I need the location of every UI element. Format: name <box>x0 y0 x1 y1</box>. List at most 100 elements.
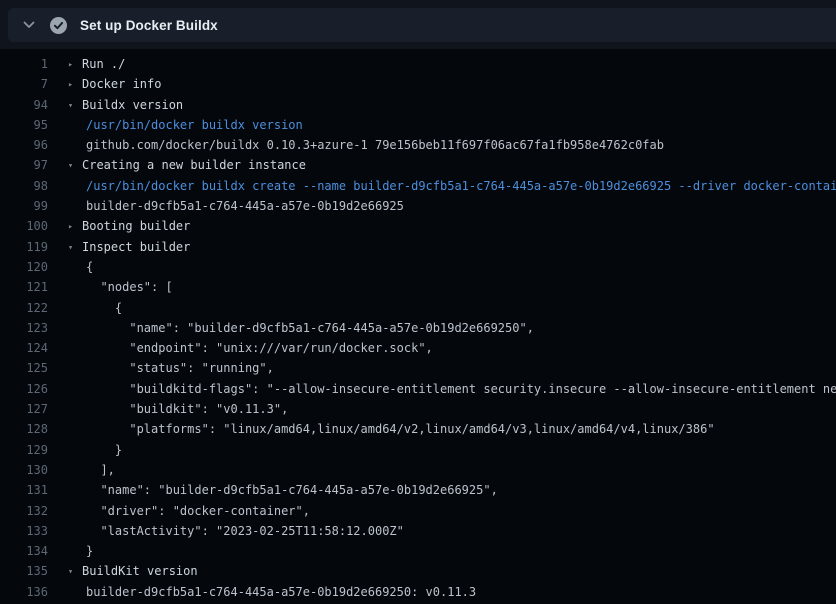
line-number[interactable]: 1 <box>0 54 48 74</box>
group-expanded-icon[interactable]: ▾ <box>68 96 82 115</box>
chevron-down-icon[interactable] <box>21 17 37 33</box>
log-group-label: BuildKit version <box>82 564 198 578</box>
log-text: } <box>48 541 93 561</box>
log-group-label: Docker info <box>82 77 161 91</box>
log-line: 122 { <box>0 298 836 318</box>
log-group-label: Run ./ <box>82 57 125 71</box>
line-number[interactable]: 129 <box>0 440 48 460</box>
log-line: 132 "driver": "docker-container", <box>0 501 836 521</box>
log-group-header[interactable]: ▸Docker info <box>48 74 161 94</box>
log-line: 125 "status": "running", <box>0 358 836 378</box>
line-number[interactable]: 127 <box>0 399 48 419</box>
log-line: 97▾Creating a new builder instance <box>0 155 836 175</box>
line-number[interactable]: 95 <box>0 115 48 135</box>
log-line: 98/usr/bin/docker buildx create --name b… <box>0 176 836 196</box>
log-text: ], <box>48 460 115 480</box>
line-number[interactable]: 96 <box>0 135 48 155</box>
log-line: 99builder-d9cfb5a1-c764-445a-a57e-0b19d2… <box>0 196 836 216</box>
log-text: "buildkit": "v0.11.3", <box>48 399 288 419</box>
log-command-text: /usr/bin/docker buildx version <box>48 115 303 135</box>
line-number[interactable]: 124 <box>0 338 48 358</box>
log-text: } <box>48 440 122 460</box>
log-line: 7▸Docker info <box>0 74 836 94</box>
group-expanded-icon[interactable]: ▾ <box>68 156 82 175</box>
line-number[interactable]: 99 <box>0 196 48 216</box>
log-group-label: Inspect builder <box>82 240 190 254</box>
log-text: "buildkitd-flags": "--allow-insecure-ent… <box>48 379 836 399</box>
log-line: 120{ <box>0 257 836 277</box>
log-text: builder-d9cfb5a1-c764-445a-a57e-0b19d2e6… <box>48 582 476 602</box>
log-text: github.com/docker/buildx 0.10.3+azure-1 … <box>48 135 664 155</box>
log-group-header[interactable]: ▾Inspect builder <box>48 237 190 257</box>
line-number[interactable]: 128 <box>0 419 48 439</box>
log-line: 96github.com/docker/buildx 0.10.3+azure-… <box>0 135 836 155</box>
line-number[interactable]: 98 <box>0 176 48 196</box>
line-number[interactable]: 97 <box>0 155 48 175</box>
line-number[interactable]: 126 <box>0 379 48 399</box>
line-number[interactable]: 135 <box>0 561 48 581</box>
log-line: 133 "lastActivity": "2023-02-25T11:58:12… <box>0 521 836 541</box>
line-number[interactable]: 133 <box>0 521 48 541</box>
log-text: builder-d9cfb5a1-c764-445a-a57e-0b19d2e6… <box>48 196 404 216</box>
log-text: "status": "running", <box>48 358 274 378</box>
line-number[interactable]: 120 <box>0 257 48 277</box>
log-line: 128 "platforms": "linux/amd64,linux/amd6… <box>0 419 836 439</box>
log-text: "lastActivity": "2023-02-25T11:58:12.000… <box>48 521 404 541</box>
line-number[interactable]: 121 <box>0 277 48 297</box>
log-text: "name": "builder-d9cfb5a1-c764-445a-a57e… <box>48 480 498 500</box>
log-text: "endpoint": "unix:///var/run/docker.sock… <box>48 338 433 358</box>
line-number[interactable]: 132 <box>0 501 48 521</box>
log-text: "platforms": "linux/amd64,linux/amd64/v2… <box>48 419 715 439</box>
log-line: 124 "endpoint": "unix:///var/run/docker.… <box>0 338 836 358</box>
log-group-label: Buildx version <box>82 98 183 112</box>
log-line: 95/usr/bin/docker buildx version <box>0 115 836 135</box>
line-number[interactable]: 123 <box>0 318 48 338</box>
line-number[interactable]: 131 <box>0 480 48 500</box>
log-line: 100▸Booting builder <box>0 216 836 236</box>
group-collapsed-icon[interactable]: ▸ <box>68 75 82 94</box>
log-line: 94▾Buildx version <box>0 95 836 115</box>
line-number[interactable]: 136 <box>0 582 48 602</box>
log-command-text: /usr/bin/docker buildx create --name bui… <box>48 176 836 196</box>
log-text: { <box>48 298 122 318</box>
log-line: 134} <box>0 541 836 561</box>
line-number[interactable]: 122 <box>0 298 48 318</box>
line-number[interactable]: 125 <box>0 358 48 378</box>
check-circle-icon <box>50 17 67 34</box>
log-line: 1▸Run ./ <box>0 54 836 74</box>
log-group-header[interactable]: ▾BuildKit version <box>48 561 198 581</box>
log-text: { <box>48 257 93 277</box>
log-line: 135▾BuildKit version <box>0 561 836 581</box>
log-line: 131 "name": "builder-d9cfb5a1-c764-445a-… <box>0 480 836 500</box>
log-line: 136builder-d9cfb5a1-c764-445a-a57e-0b19d… <box>0 582 836 602</box>
log-line: 123 "name": "builder-d9cfb5a1-c764-445a-… <box>0 318 836 338</box>
log-line: 127 "buildkit": "v0.11.3", <box>0 399 836 419</box>
step-title: Set up Docker Buildx <box>80 18 218 33</box>
line-number[interactable]: 130 <box>0 460 48 480</box>
log-group-header[interactable]: ▾Buildx version <box>48 95 183 115</box>
line-number[interactable]: 94 <box>0 95 48 115</box>
line-number[interactable]: 7 <box>0 74 48 94</box>
group-collapsed-icon[interactable]: ▸ <box>68 55 82 74</box>
line-number[interactable]: 134 <box>0 541 48 561</box>
log-line: 129 } <box>0 440 836 460</box>
group-expanded-icon[interactable]: ▾ <box>68 238 82 257</box>
log-line: 121 "nodes": [ <box>0 277 836 297</box>
log-group-label: Booting builder <box>82 219 190 233</box>
log-text: "driver": "docker-container", <box>48 501 310 521</box>
log-group-header[interactable]: ▸Run ./ <box>48 54 125 74</box>
log-line: 126 "buildkitd-flags": "--allow-insecure… <box>0 379 836 399</box>
group-collapsed-icon[interactable]: ▸ <box>68 217 82 236</box>
log-output: 1▸Run ./7▸Docker info94▾Buildx version95… <box>0 49 836 604</box>
log-line: 130 ], <box>0 460 836 480</box>
line-number[interactable]: 100 <box>0 216 48 236</box>
log-group-header[interactable]: ▾Creating a new builder instance <box>48 155 306 175</box>
line-number[interactable]: 119 <box>0 237 48 257</box>
log-group-header[interactable]: ▸Booting builder <box>48 216 190 236</box>
group-expanded-icon[interactable]: ▾ <box>68 562 82 581</box>
log-group-label: Creating a new builder instance <box>82 158 306 172</box>
log-text: "nodes": [ <box>48 277 173 297</box>
step-header[interactable]: Set up Docker Buildx <box>8 8 836 42</box>
log-line: 119▾Inspect builder <box>0 237 836 257</box>
log-text: "name": "builder-d9cfb5a1-c764-445a-a57e… <box>48 318 534 338</box>
